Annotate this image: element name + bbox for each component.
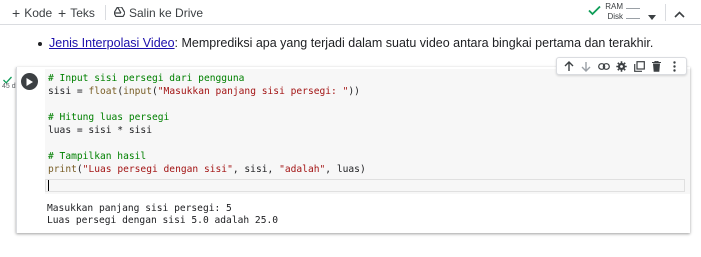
- run-cell-button[interactable]: [21, 73, 38, 90]
- play-icon: [26, 77, 33, 86]
- list-bullet: [38, 42, 42, 46]
- dropdown-arrow-icon[interactable]: [648, 8, 656, 23]
- add-text-label: Teks: [70, 5, 95, 20]
- output-text: Masukkan panjang sisi persegi: 5 Luas pe…: [47, 203, 278, 227]
- arrow-down-icon[interactable]: [580, 60, 593, 73]
- ram-usage-bar: [626, 3, 640, 9]
- add-text-button[interactable]: + Teks: [58, 4, 95, 21]
- code-token: )): [348, 86, 360, 97]
- notebook-toolbar: + Kode + Teks Salin ke Drive RAM Disk: [0, 0, 701, 25]
- resource-labels: RAM Disk: [605, 2, 623, 22]
- list-item: Jenis Interpolasi Video: Memprediksi apa…: [49, 36, 653, 50]
- code-token: , sisi,: [232, 164, 280, 175]
- text-cursor: [48, 180, 49, 191]
- ram-label: RAM: [605, 2, 623, 11]
- code-content: # Input sisi persegi dari pengguna sisi …: [48, 72, 366, 176]
- add-code-label: Kode: [24, 5, 53, 20]
- code-token: sisi =: [48, 86, 89, 97]
- code-editor[interactable]: # Input sisi persegi dari pengguna sisi …: [45, 69, 690, 194]
- disk-usage-bar: [626, 13, 640, 19]
- output-line: Masukkan panjang sisi persegi: 5: [47, 203, 232, 214]
- cell-toolbar: [556, 57, 687, 75]
- link-icon[interactable]: [597, 60, 610, 73]
- code-function: print: [48, 164, 77, 175]
- add-code-button[interactable]: + Kode: [12, 4, 52, 21]
- toolbar-divider: [105, 5, 106, 20]
- active-line-highlight: [45, 179, 685, 192]
- code-comment: # Input sisi persegi dari pengguna: [48, 73, 245, 84]
- code-token: , luas): [325, 164, 366, 175]
- code-cell[interactable]: # Input sisi persegi dari pengguna sisi …: [16, 67, 690, 233]
- video-interpolation-link[interactable]: Jenis Interpolasi Video: [49, 36, 175, 50]
- output-line: Luas persegi dengan sisi 5.0 adalah 25.0: [47, 215, 279, 226]
- resource-bars: [626, 3, 640, 23]
- delete-icon[interactable]: [650, 60, 663, 73]
- arrow-up-icon[interactable]: [562, 60, 575, 73]
- plus-icon: +: [58, 4, 67, 21]
- disk-label: Disk: [607, 12, 623, 21]
- list-item-text: : Memprediksi apa yang terjadi dalam sua…: [174, 36, 654, 50]
- cell-output: Masukkan panjang sisi persegi: 5 Luas pe…: [45, 197, 690, 231]
- code-function: float: [88, 86, 118, 97]
- connected-check-icon: [588, 4, 601, 19]
- code-string: "Luas persegi dengan sisi": [82, 164, 233, 175]
- code-line: luas = sisi * sisi: [48, 125, 152, 136]
- plus-icon: +: [12, 4, 21, 21]
- code-function: input: [123, 86, 152, 97]
- code-comment: # Hitung luas persegi: [48, 112, 170, 123]
- copy-to-drive-button[interactable]: Salin ke Drive: [113, 4, 204, 21]
- cell-gutter: [17, 67, 45, 195]
- more-options-icon[interactable]: [668, 60, 681, 73]
- gear-icon[interactable]: [615, 60, 628, 73]
- mirror-cell-icon[interactable]: [633, 60, 646, 73]
- chevron-up-icon[interactable]: [674, 6, 685, 21]
- code-comment: # Tampilkan hasil: [48, 151, 147, 162]
- code-string: "Masukkan panjang sisi persegi: ": [157, 86, 349, 97]
- copy-to-drive-label: Salin ke Drive: [129, 5, 204, 20]
- code-string: "adalah": [279, 164, 326, 175]
- execution-time: 45 d: [2, 83, 16, 90]
- toolbar-divider: [665, 4, 666, 21]
- drive-icon: [113, 5, 126, 20]
